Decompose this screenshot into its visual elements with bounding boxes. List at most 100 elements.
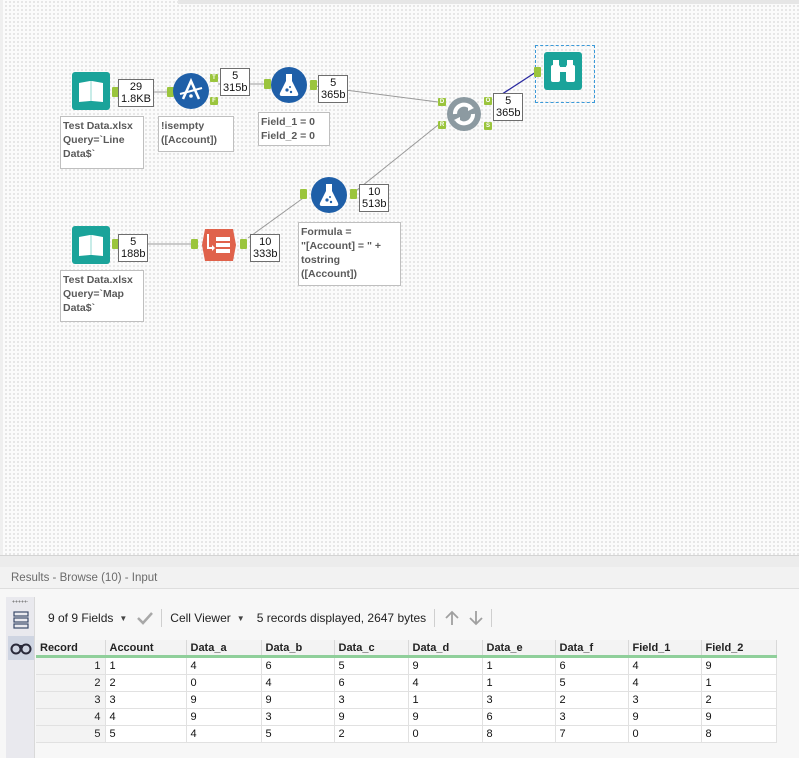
union-r-anchor[interactable]: R: [438, 121, 446, 129]
table-cell[interactable]: 4: [408, 674, 483, 692]
input-anchor[interactable]: [534, 67, 541, 77]
input-anchor[interactable]: [300, 189, 307, 199]
table-cell[interactable]: 5: [555, 674, 629, 692]
record-count-badge: 10 333b: [250, 234, 281, 262]
record-number-cell[interactable]: 3: [36, 691, 106, 709]
table-cell[interactable]: 0: [408, 725, 483, 743]
table-cell[interactable]: 3: [334, 691, 409, 709]
output-anchor[interactable]: [240, 239, 247, 249]
union-s-anchor[interactable]: S: [484, 122, 492, 130]
table-cell[interactable]: 2: [334, 725, 409, 743]
table-cell[interactable]: 1: [482, 656, 556, 675]
table-cell[interactable]: 1: [105, 656, 187, 675]
table-cell[interactable]: 5: [261, 725, 335, 743]
input-data-tool-2[interactable]: [72, 226, 110, 264]
table-row[interactable]: 1146591649: [36, 656, 777, 675]
table-cell[interactable]: 9: [408, 708, 483, 726]
filter-tool[interactable]: [172, 72, 210, 110]
table-cell[interactable]: 4: [186, 725, 262, 743]
table-cell[interactable]: 5: [105, 725, 187, 743]
input-data-tool-1[interactable]: [72, 72, 110, 110]
table-cell[interactable]: 3: [261, 708, 335, 726]
table-cell[interactable]: 6: [334, 674, 409, 692]
column-header-field-2[interactable]: Field_2: [701, 640, 777, 658]
column-header-data-e[interactable]: Data_e: [482, 640, 556, 658]
dynamic-replace-tool[interactable]: [446, 96, 482, 132]
transpose-tool[interactable]: [200, 226, 238, 264]
table-cell[interactable]: 9: [186, 708, 262, 726]
table-cell[interactable]: 3: [482, 691, 556, 709]
table-cell[interactable]: 3: [628, 691, 702, 709]
output-anchor[interactable]: [350, 189, 357, 199]
table-cell[interactable]: 4: [186, 656, 262, 675]
table-cell[interactable]: 4: [628, 656, 702, 675]
scroll-up-button[interactable]: [435, 604, 463, 632]
table-row[interactable]: 3399313232: [36, 691, 777, 709]
tool-annotation: Formula = "[Account] = " + tostring ([Ac…: [298, 222, 401, 286]
column-header-data-b[interactable]: Data_b: [261, 640, 335, 658]
filter-true-anchor[interactable]: T: [210, 74, 218, 82]
output-anchor[interactable]: [310, 80, 317, 90]
table-cell[interactable]: 6: [261, 656, 335, 675]
table-cell[interactable]: 9: [334, 708, 409, 726]
table-cell[interactable]: 0: [186, 674, 262, 692]
table-row[interactable]: 5545208708: [36, 725, 777, 743]
table-cell[interactable]: 8: [482, 725, 556, 743]
filter-false-anchor[interactable]: F: [210, 97, 218, 105]
table-cell[interactable]: 1: [408, 691, 483, 709]
workflow-canvas[interactable]: 29 1.8KB Test Data.xlsx Query=`Line Data…: [0, 0, 799, 555]
input-anchor[interactable]: [191, 239, 198, 249]
table-cell[interactable]: 7: [555, 725, 629, 743]
table-cell[interactable]: 4: [261, 674, 335, 692]
annotation-line: "[Account] = " +: [301, 240, 381, 252]
table-cell[interactable]: 4: [628, 674, 702, 692]
column-header-field-1[interactable]: Field_1: [628, 640, 702, 658]
browse-tool[interactable]: [544, 52, 582, 90]
column-header-data-a[interactable]: Data_a: [186, 640, 262, 658]
table-cell[interactable]: 0: [628, 725, 702, 743]
table-cell[interactable]: 8: [701, 725, 777, 743]
column-header-account[interactable]: Account: [105, 640, 187, 658]
record-number-cell[interactable]: 1: [36, 656, 106, 675]
column-header-data-f[interactable]: Data_f: [555, 640, 629, 658]
table-cell[interactable]: 4: [105, 708, 187, 726]
column-header-record[interactable]: Record: [36, 640, 106, 658]
union-d-anchor[interactable]: D: [438, 98, 446, 106]
table-cell[interactable]: 1: [701, 674, 777, 692]
record-number-cell[interactable]: 2: [36, 674, 106, 692]
book-icon: [72, 72, 110, 110]
table-cell[interactable]: 9: [628, 708, 702, 726]
record-number-cell[interactable]: 4: [36, 708, 106, 726]
table-row[interactable]: 4493996399: [36, 708, 777, 726]
column-header-data-d[interactable]: Data_d: [408, 640, 483, 658]
apply-button[interactable]: [135, 604, 161, 632]
column-header-data-c[interactable]: Data_c: [334, 640, 409, 658]
table-cell[interactable]: 5: [334, 656, 409, 675]
record-count: 5: [505, 95, 512, 107]
table-cell[interactable]: 9: [701, 656, 777, 675]
table-cell[interactable]: 6: [555, 656, 629, 675]
formula-tool-1[interactable]: [270, 66, 308, 104]
record-number-cell[interactable]: 5: [36, 725, 106, 743]
table-cell[interactable]: 2: [105, 674, 187, 692]
browse-view-button[interactable]: [8, 636, 34, 660]
table-cell[interactable]: 2: [701, 691, 777, 709]
table-cell[interactable]: 9: [701, 708, 777, 726]
table-cell[interactable]: 2: [555, 691, 629, 709]
fields-dropdown[interactable]: 9 of 9 Fields ▼: [40, 604, 135, 632]
table-row[interactable]: 2204641541: [36, 674, 777, 692]
table-cell[interactable]: 9: [186, 691, 262, 709]
table-view-button[interactable]: [8, 608, 34, 632]
table-cell[interactable]: 1: [482, 674, 556, 692]
table-cell[interactable]: 9: [408, 656, 483, 675]
table-cell[interactable]: 6: [482, 708, 556, 726]
table-cell[interactable]: 9: [261, 691, 335, 709]
union-o-anchor[interactable]: O: [484, 97, 492, 105]
table-cell[interactable]: 3: [555, 708, 629, 726]
scroll-down-button[interactable]: [463, 604, 491, 632]
grip-handle[interactable]: [12, 600, 28, 603]
table-cell[interactable]: 3: [105, 691, 187, 709]
formula-tool-2[interactable]: [310, 176, 348, 214]
tool-annotation: Test Data.xlsx Query=`Line Data$`: [60, 116, 144, 169]
cell-viewer-dropdown[interactable]: Cell Viewer ▼: [162, 604, 252, 632]
